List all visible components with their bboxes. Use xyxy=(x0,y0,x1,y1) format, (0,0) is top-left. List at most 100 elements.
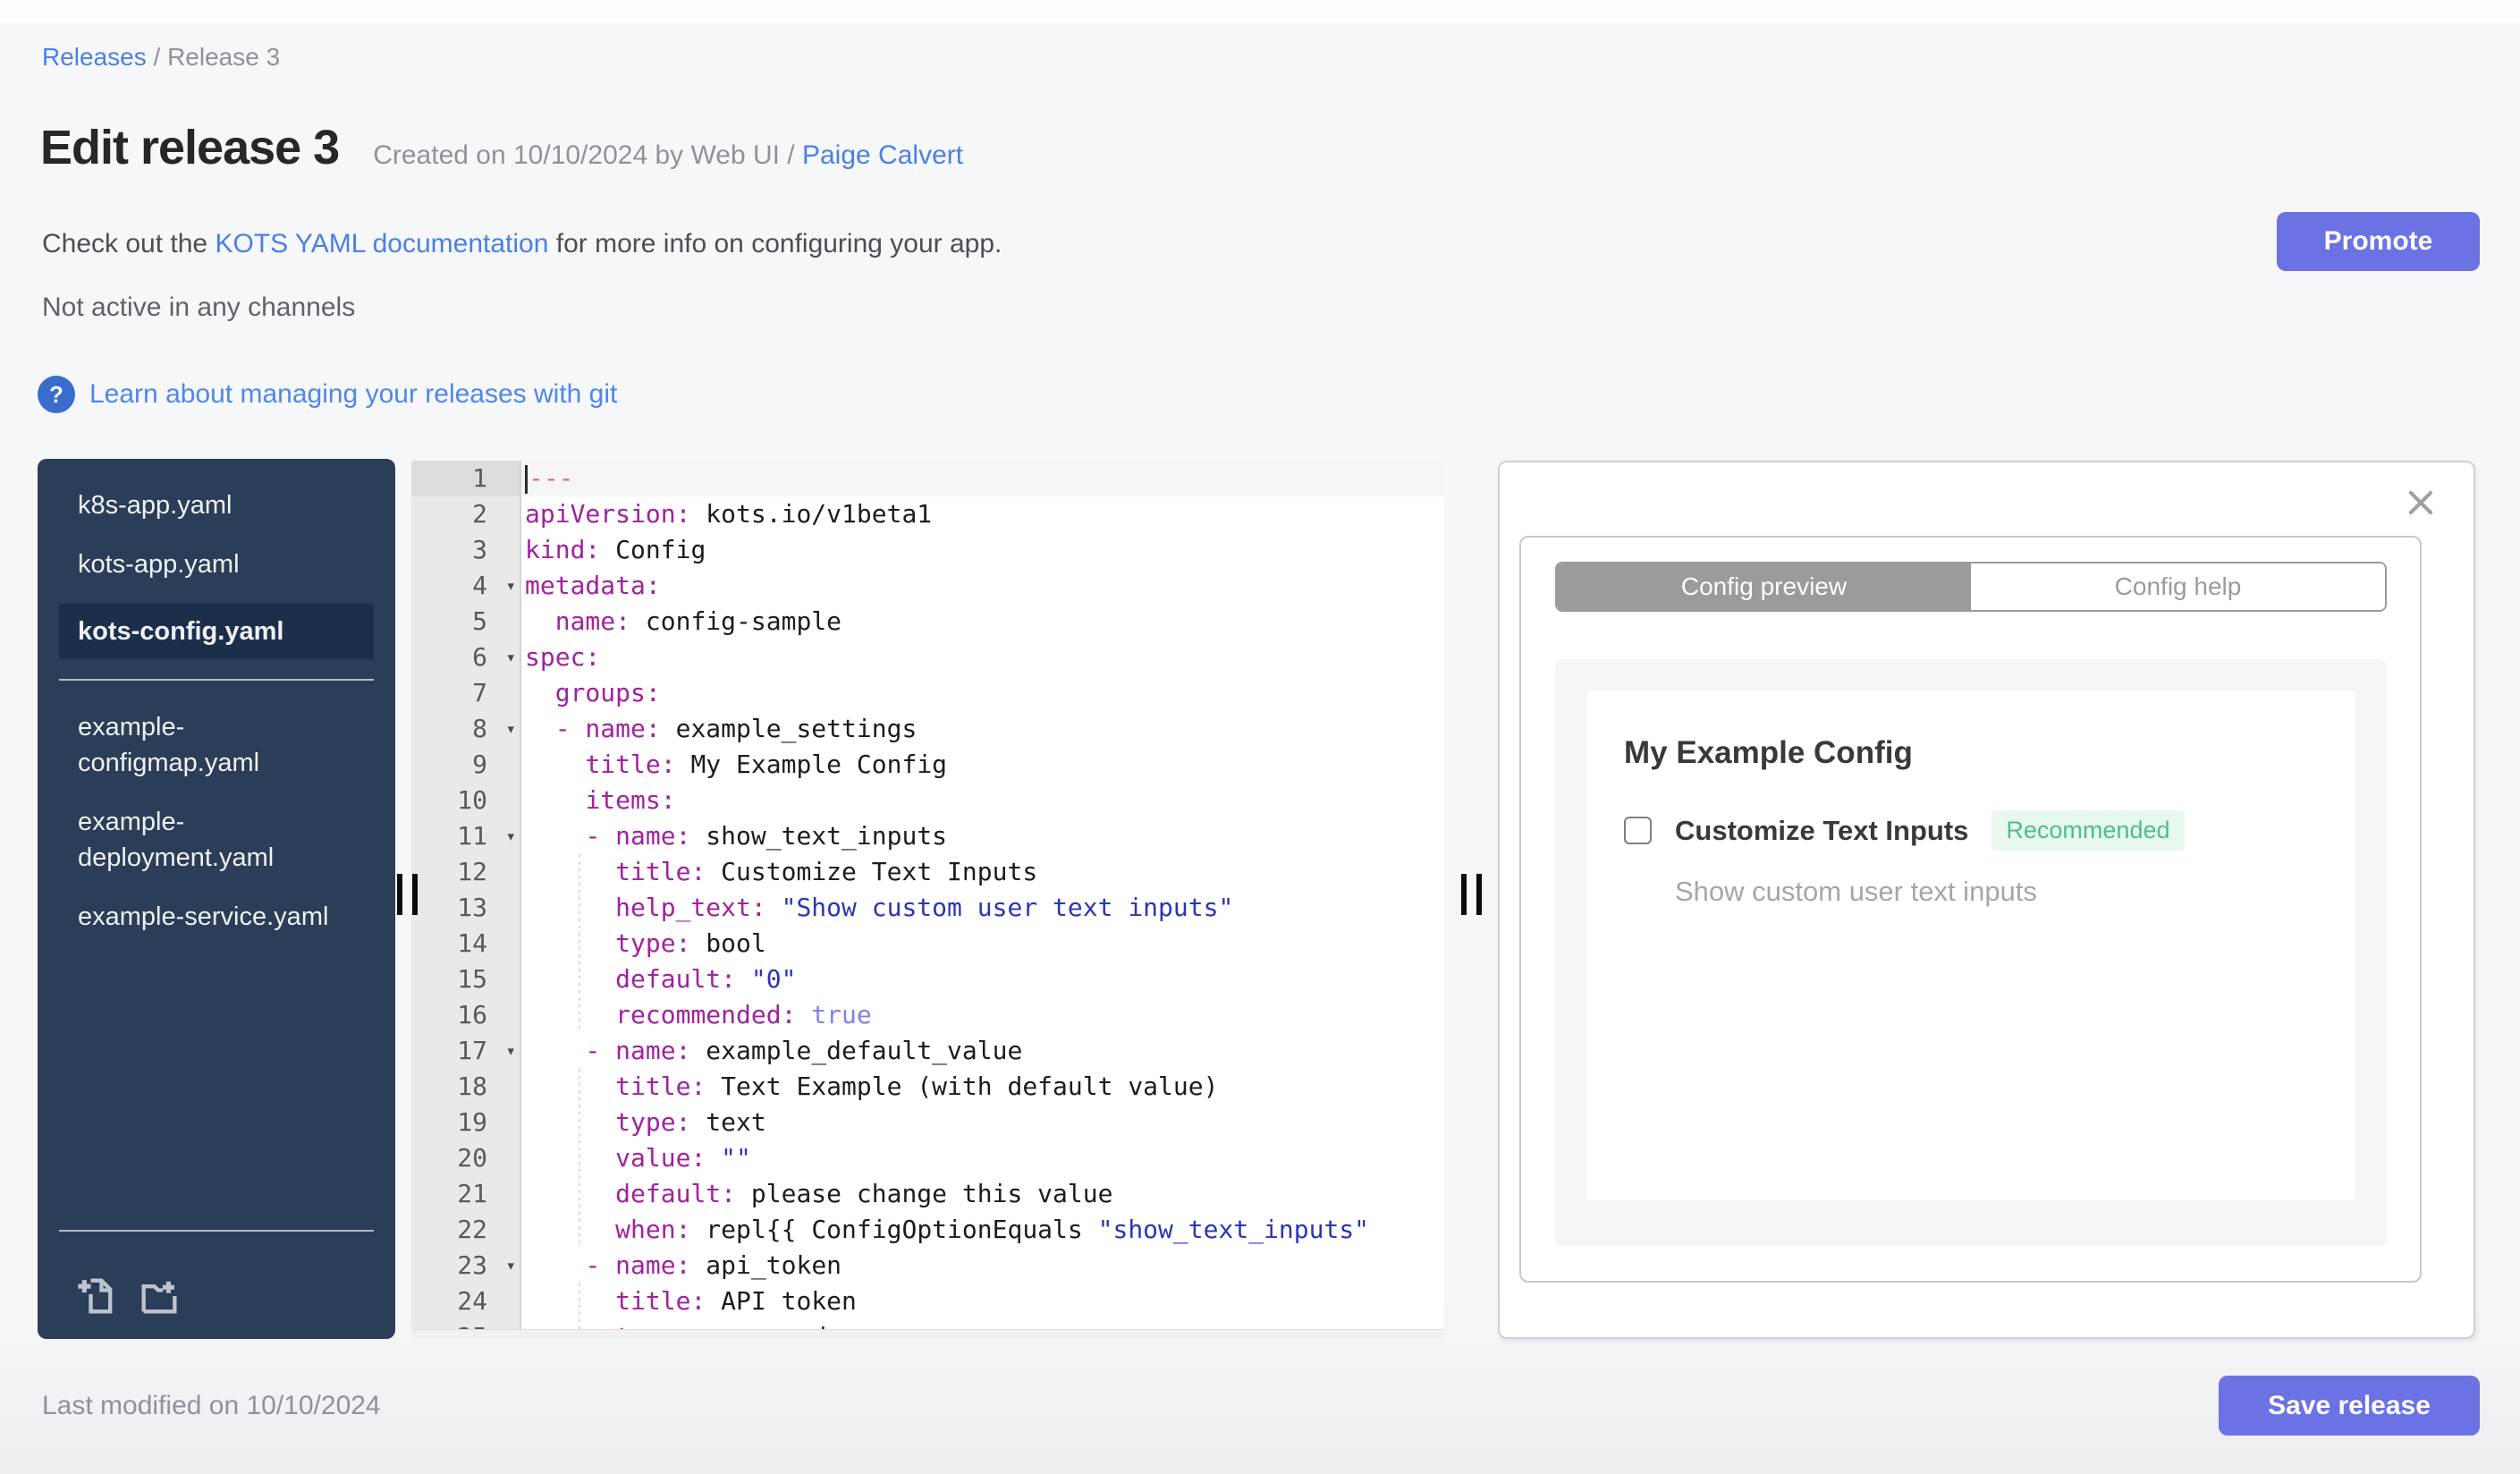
editor-preview-resize-handle[interactable] xyxy=(1461,874,1482,915)
code-line-16[interactable]: 16 recommended: true xyxy=(411,997,1444,1033)
fold-arrow-icon[interactable]: ▾ xyxy=(506,1033,516,1069)
created-text: Created on 10/10/2024 by Web UI / xyxy=(373,140,802,170)
code-line-23[interactable]: 23 ▾ - name: api_token xyxy=(411,1248,1444,1283)
fold-arrow-icon[interactable]: ▾ xyxy=(506,1248,516,1283)
fold-arrow-icon[interactable]: ▾ xyxy=(506,711,516,747)
code-lines: 1 --- 2 apiVersion: kots.io/v1beta1 3 kind: C… xyxy=(411,461,1444,1339)
sidebar-bottom-divider xyxy=(59,1230,374,1232)
breadcrumb-releases-link[interactable]: Releases xyxy=(42,43,147,71)
author-link[interactable]: Paige Calvert xyxy=(802,140,963,170)
file-item-example-deployment.yaml[interactable]: example-deployment.yaml xyxy=(38,802,395,877)
file-tree-sidebar: k8s-app.yaml kots-app.yaml kots-config.yam… xyxy=(38,459,395,1339)
git-releases-link[interactable]: Learn about managing your releases with … xyxy=(89,379,617,410)
code-line-20[interactable]: 20 value: "" xyxy=(411,1140,1444,1176)
line-number: 9 xyxy=(411,747,521,783)
code-line-11[interactable]: 11 ▾ - name: show_text_inputs xyxy=(411,818,1444,854)
release-editor-page: Releases / Release 3 Edit release 3 Crea… xyxy=(0,0,2520,1474)
code-text: value: "" xyxy=(521,1140,1444,1176)
code-line-2[interactable]: 2 apiVersion: kots.io/v1beta1 xyxy=(411,496,1444,532)
channel-status: Not active in any channels xyxy=(42,292,356,322)
file-item-example-service.yaml[interactable]: example-service.yaml xyxy=(38,897,395,936)
line-number: 6 ▾ xyxy=(411,640,521,675)
code-line-5[interactable]: 5 name: config-sample xyxy=(411,604,1444,640)
line-number: 21 xyxy=(411,1176,521,1212)
last-modified-text: Last modified on 10/10/2024 xyxy=(42,1391,381,1420)
tab-config-help[interactable]: Config help xyxy=(1971,563,2385,610)
code-text: when: repl{{ ConfigOptionEquals "show_te… xyxy=(521,1212,1444,1248)
editor-horizontal-scrollbar[interactable] xyxy=(411,1329,1444,1339)
code-line-6[interactable]: 6 ▾ spec: xyxy=(411,640,1444,675)
code-line-14[interactable]: 14 type: bool xyxy=(411,926,1444,961)
code-text: metadata: xyxy=(525,571,661,600)
line-number: 17 ▾ xyxy=(411,1033,521,1069)
code-line-15[interactable]: 15 default: "0" xyxy=(411,961,1444,997)
code-text: groups: xyxy=(554,678,661,707)
close-icon[interactable] xyxy=(2404,486,2438,520)
code-text: spec: xyxy=(525,642,601,672)
line-number: 16 xyxy=(411,997,521,1033)
code-line-12[interactable]: 12 title: Customize Text Inputs xyxy=(411,854,1444,890)
line-number: 23 ▾ xyxy=(411,1248,521,1283)
fold-arrow-icon[interactable]: ▾ xyxy=(506,818,516,854)
line-number: 24 xyxy=(411,1283,521,1319)
file-item-kots-app.yaml[interactable]: kots-app.yaml xyxy=(38,545,395,584)
code-line-13[interactable]: 13 help_text: "Show custom user text inp… xyxy=(411,890,1444,926)
kots-yaml-docs-link[interactable]: KOTS YAML documentation xyxy=(215,229,548,258)
line-number: 3 xyxy=(411,532,521,568)
code-text: recommended: true xyxy=(521,997,1444,1033)
sidebar-editor-resize-handle[interactable] xyxy=(397,874,418,915)
code-line-7[interactable]: 7 groups: xyxy=(411,675,1444,711)
line-number: 12 xyxy=(411,854,521,890)
yaml-code-editor[interactable]: 1 --- 2 apiVersion: kots.io/v1beta1 3 kind: C… xyxy=(411,461,1444,1339)
code-line-18[interactable]: 18 title: Text Example (with default val… xyxy=(411,1069,1444,1105)
config-item-help-text: Show custom user text inputs xyxy=(1675,876,2037,907)
add-folder-icon[interactable] xyxy=(136,1273,182,1319)
code-line-4[interactable]: 4 ▾ metadata: xyxy=(411,568,1444,604)
file-list-divider xyxy=(59,679,374,681)
fold-arrow-icon[interactable]: ▾ xyxy=(506,640,516,675)
line-number: 20 xyxy=(411,1140,521,1176)
code-text: - name: show_text_inputs xyxy=(585,821,948,851)
line-number: 18 xyxy=(411,1069,521,1105)
code-text: title: Customize Text Inputs xyxy=(521,854,1444,890)
question-mark-icon: ? xyxy=(38,376,75,413)
code-line-19[interactable]: 19 type: text xyxy=(411,1105,1444,1140)
file-item-example-configmap.yaml[interactable]: example-configmap.yaml xyxy=(38,707,395,783)
customize-text-inputs-checkbox[interactable] xyxy=(1624,817,1652,844)
code-text: help_text: "Show custom user text inputs… xyxy=(521,890,1444,926)
code-text: title: Text Example (with default value) xyxy=(521,1069,1444,1105)
promote-button[interactable]: Promote xyxy=(2277,212,2480,271)
code-line-17[interactable]: 17 ▾ - name: example_default_value xyxy=(411,1033,1444,1069)
tab-config-preview[interactable]: Config preview xyxy=(1557,563,1971,610)
code-line-21[interactable]: 21 default: please change this value xyxy=(411,1176,1444,1212)
add-file-icon[interactable] xyxy=(73,1273,120,1319)
code-text: type: text xyxy=(521,1105,1444,1140)
text-cursor xyxy=(525,465,528,494)
code-line-8[interactable]: 8 ▾ - name: example_settings xyxy=(411,711,1444,747)
file-item-kots-config.yaml[interactable]: kots-config.yaml xyxy=(59,604,374,659)
preview-tab-group: Config preview Config help xyxy=(1555,562,2387,612)
code-line-24[interactable]: 24 title: API token xyxy=(411,1283,1444,1319)
page-title: Edit release 3 xyxy=(40,121,340,174)
code-text: title: API token xyxy=(521,1283,1444,1319)
line-number: 10 xyxy=(411,783,521,818)
line-number: 15 xyxy=(411,961,521,997)
docs-prefix: Check out the xyxy=(42,229,216,258)
code-text: kind: Config xyxy=(525,535,706,564)
line-number: 11 ▾ xyxy=(411,818,521,854)
docs-hint: Check out the KOTS YAML documentation fo… xyxy=(42,229,1002,259)
code-line-9[interactable]: 9 title: My Example Config xyxy=(411,747,1444,783)
file-item-k8s-app.yaml[interactable]: k8s-app.yaml xyxy=(38,486,395,525)
line-number: 8 ▾ xyxy=(411,711,521,747)
recommended-badge: Recommended xyxy=(1991,810,2185,851)
code-text: apiVersion: kots.io/v1beta1 xyxy=(525,499,933,529)
preview-surface: My Example Config Customize Text Inputs … xyxy=(1555,659,2387,1246)
save-release-button[interactable]: Save release xyxy=(2219,1376,2480,1436)
code-line-10[interactable]: 10 items: xyxy=(411,783,1444,818)
code-line-22[interactable]: 22 when: repl{{ ConfigOptionEquals "show… xyxy=(411,1212,1444,1248)
line-number: 4 ▾ xyxy=(411,568,521,604)
fold-arrow-icon[interactable]: ▾ xyxy=(506,568,516,604)
code-line-1[interactable]: 1 --- xyxy=(411,461,1444,496)
code-text: items: xyxy=(585,785,676,815)
code-line-3[interactable]: 3 kind: Config xyxy=(411,532,1444,568)
